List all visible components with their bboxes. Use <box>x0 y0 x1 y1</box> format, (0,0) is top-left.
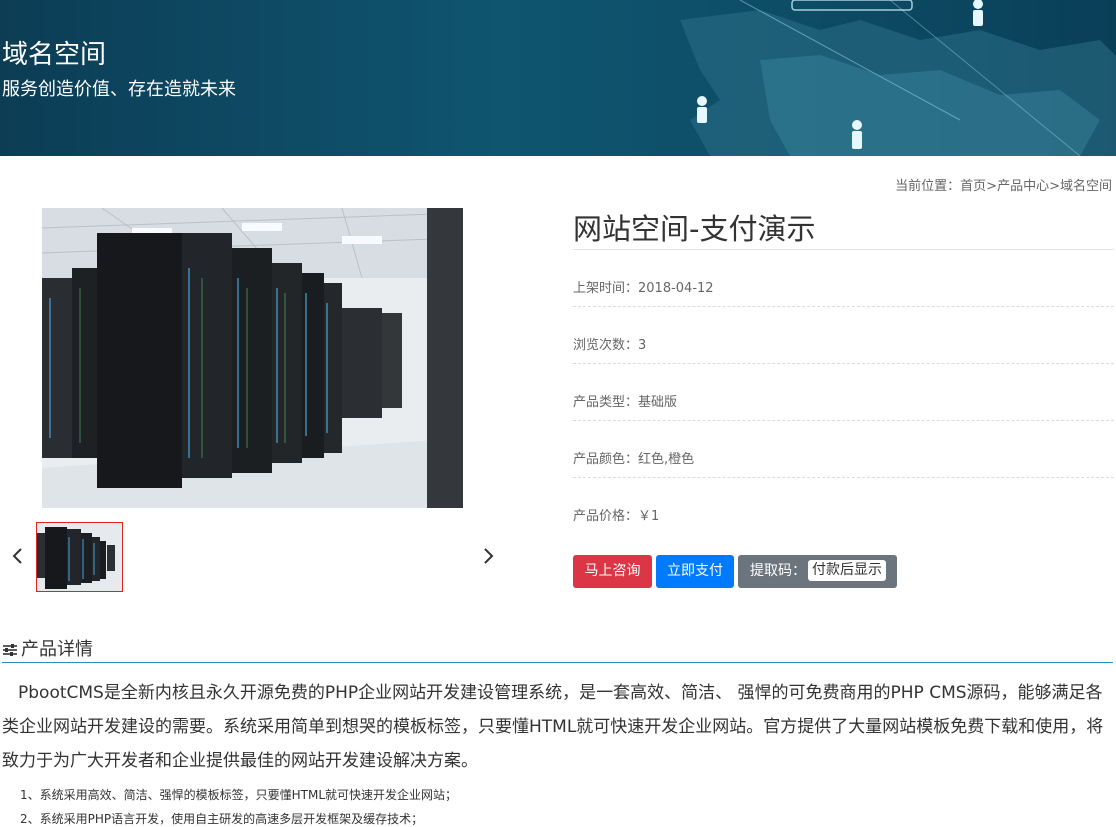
gallery-prev-button[interactable] <box>10 541 26 571</box>
gallery-thumbnail[interactable] <box>36 522 123 592</box>
info-label: 浏览次数： <box>573 338 639 353</box>
chevron-left-icon <box>12 548 22 564</box>
server-room-image <box>42 208 463 508</box>
info-label: 产品价格： <box>573 509 639 524</box>
sliders-icon <box>3 644 17 656</box>
server-room-thumbnail <box>37 523 122 591</box>
details-paragraph: PbootCMS是全新内核且永久开源免费的PHP企业网站开发建设管理系统，是一套… <box>2 683 1104 771</box>
banner-title: 域名空间 <box>2 40 107 70</box>
info-value: ￥1 <box>638 509 660 524</box>
info-value: 2018-04-12 <box>638 281 714 296</box>
info-label: 上架时间： <box>573 281 639 296</box>
info-value: 红色,橙色 <box>638 452 695 467</box>
info-row-type: 产品类型：基础版 <box>573 364 1114 421</box>
pay-now-button[interactable]: 立即支付 <box>656 555 734 588</box>
breadcrumb-product-center[interactable]: 产品中心 <box>997 179 1049 194</box>
product-main-image <box>42 208 463 508</box>
breadcrumb-current[interactable]: 域名空间 <box>1060 179 1112 194</box>
details-list-item: 1、系统采用高效、简洁、强悍的模板标签，只要懂HTML就可快速开发企业网站； <box>20 788 458 802</box>
chevron-right-icon <box>484 548 494 564</box>
info-value: 3 <box>638 338 647 353</box>
breadcrumb-separator: > <box>1049 179 1060 194</box>
page-banner: 域名空间 服务创造价值、存在造就未来 <box>0 0 1116 156</box>
extraction-code-label: 提取码： <box>750 563 806 579</box>
details-heading: 产品详情 <box>2 635 93 661</box>
info-label: 产品类型： <box>573 395 639 410</box>
info-row-views: 浏览次数：3 <box>573 307 1114 364</box>
breadcrumb-home[interactable]: 首页 <box>960 179 986 194</box>
consult-button[interactable]: 马上咨询 <box>573 555 652 588</box>
breadcrumb: 当前位置：首页>产品中心>域名空间 <box>895 175 1112 194</box>
gallery-next-button[interactable] <box>480 541 496 571</box>
banner-subtitle: 服务创造价值、存在造就未来 <box>2 79 236 100</box>
world-map-graphic <box>680 0 1116 156</box>
info-label: 产品颜色： <box>573 452 639 467</box>
details-divider <box>2 662 1113 663</box>
product-title: 网站空间-支付演示 <box>573 212 816 246</box>
info-row-price: 产品价格：￥1 <box>573 478 1114 535</box>
breadcrumb-separator: > <box>986 179 998 194</box>
details-heading-text: 产品详情 <box>21 639 93 660</box>
info-row-color: 产品颜色：红色,橙色 <box>573 421 1114 478</box>
breadcrumb-prefix: 当前位置： <box>895 179 961 194</box>
info-value: 基础版 <box>638 395 678 410</box>
extraction-code-badge: 付款后显示 <box>808 560 886 581</box>
info-row-listing-date: 上架时间：2018-04-12 <box>573 250 1114 307</box>
extraction-code-button[interactable]: 提取码： 付款后显示 <box>738 555 897 588</box>
